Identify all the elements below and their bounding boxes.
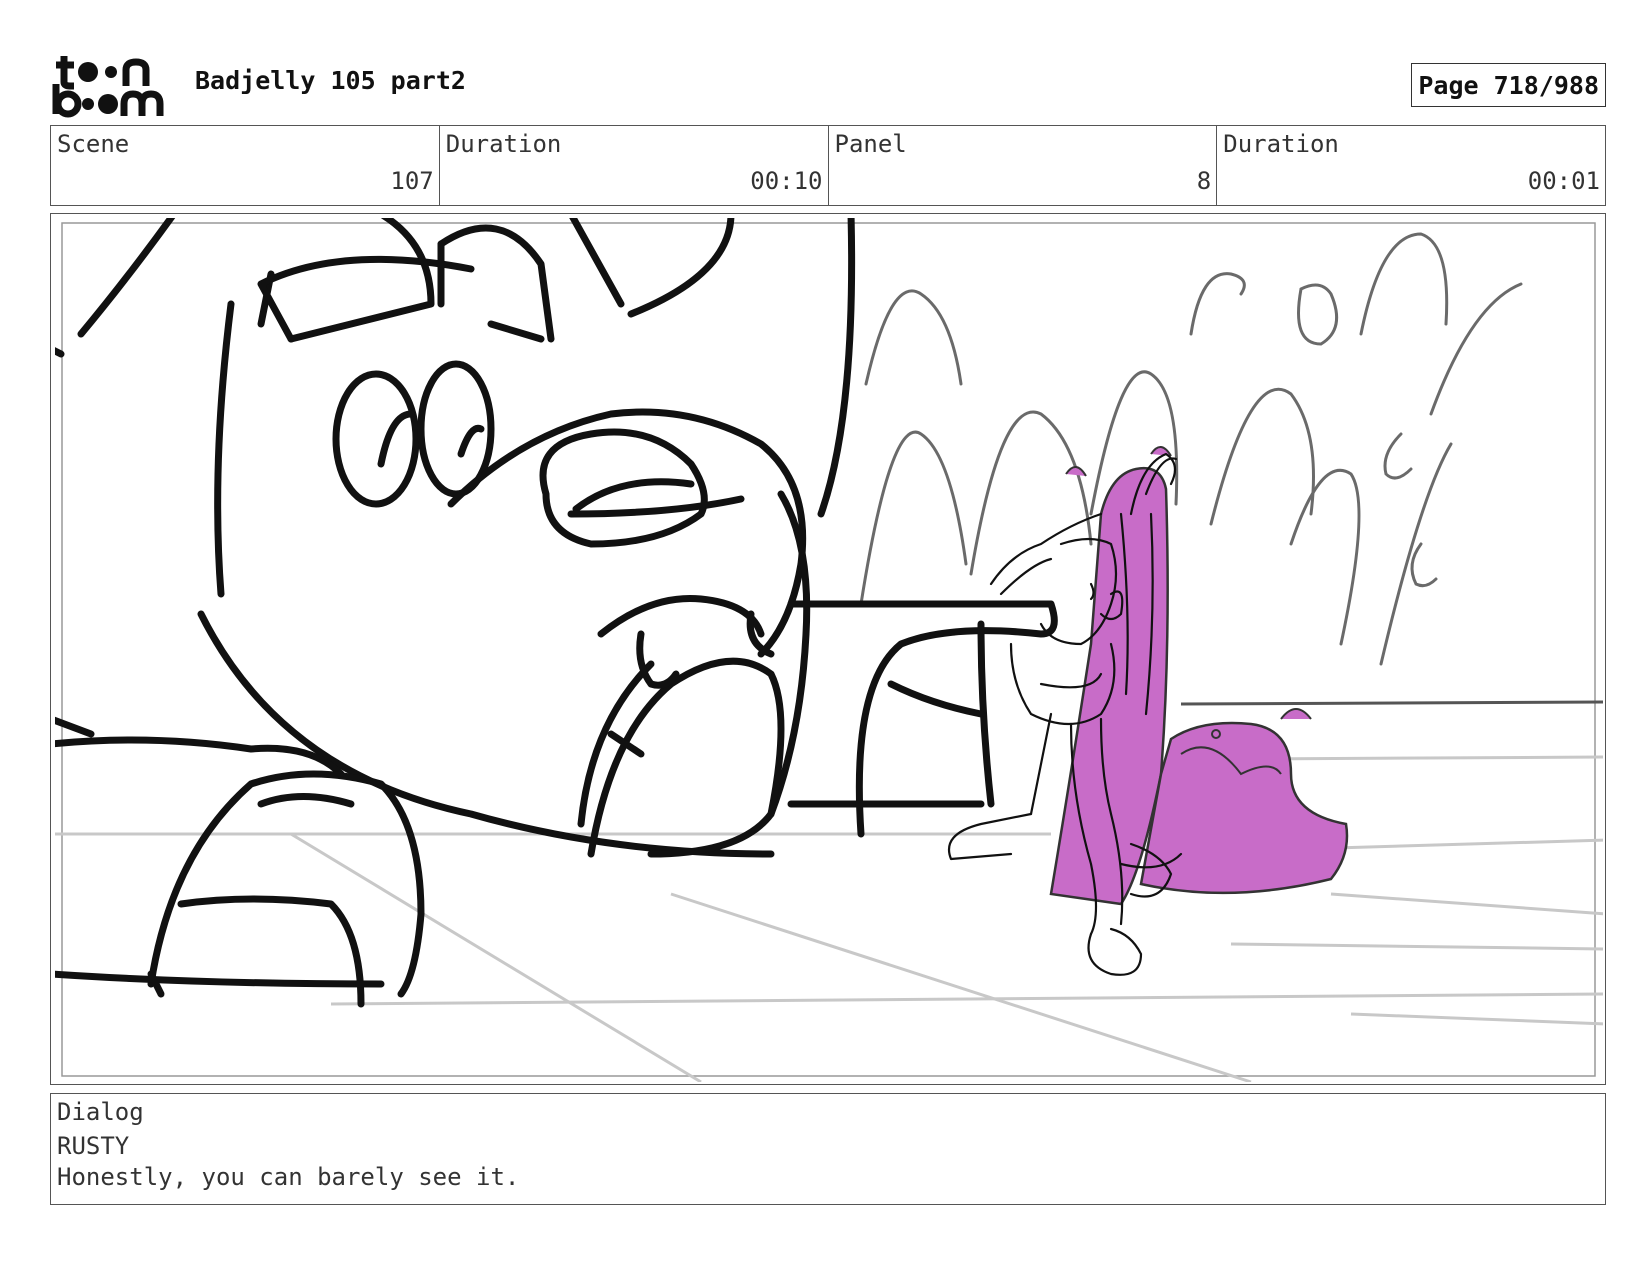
scene-value: 107 xyxy=(390,167,434,195)
project-title: Badjelly 105 part2 xyxy=(195,66,466,95)
page-label: Page 718/988 xyxy=(1418,70,1599,100)
panel-cell: Panel 8 xyxy=(829,126,1218,205)
panel-duration-value: 00:01 xyxy=(1527,167,1600,195)
dialog-speaker: RUSTY xyxy=(57,1132,130,1160)
dialog-box: Dialog RUSTY Honestly, you can barely se… xyxy=(50,1093,1606,1205)
toon-boom-logo-graphic xyxy=(52,56,164,118)
scene-duration-label: Duration xyxy=(445,130,562,158)
panel-duration-label: Duration xyxy=(1223,130,1339,158)
giant-character xyxy=(55,218,1058,1008)
scene-duration-value: 00:10 xyxy=(750,167,823,195)
dialog-label: Dialog xyxy=(57,1098,144,1126)
toon-boom-logo xyxy=(52,52,172,118)
dialog-line: Honestly, you can barely see it. xyxy=(57,1163,520,1191)
wall-floor-edge xyxy=(1180,700,1603,706)
background-crowd xyxy=(859,232,1523,666)
storyboard-panel xyxy=(50,213,1606,1085)
panel-duration-cell: Duration 00:01 xyxy=(1217,126,1605,205)
scene-label: Scene xyxy=(57,130,130,158)
safe-area-frame xyxy=(61,222,1596,1077)
scene-duration-cell: Duration 00:10 xyxy=(440,126,829,205)
panel-sketch xyxy=(55,218,1603,1082)
panel-label: Panel xyxy=(834,130,907,158)
scene-info-row: Scene 107 Duration 00:10 Panel 8 Duratio… xyxy=(50,125,1606,206)
panel-value: 8 xyxy=(1196,167,1212,195)
page-indicator: Page 718/988 xyxy=(1411,63,1606,107)
scene-cell: Scene 107 xyxy=(51,126,440,205)
